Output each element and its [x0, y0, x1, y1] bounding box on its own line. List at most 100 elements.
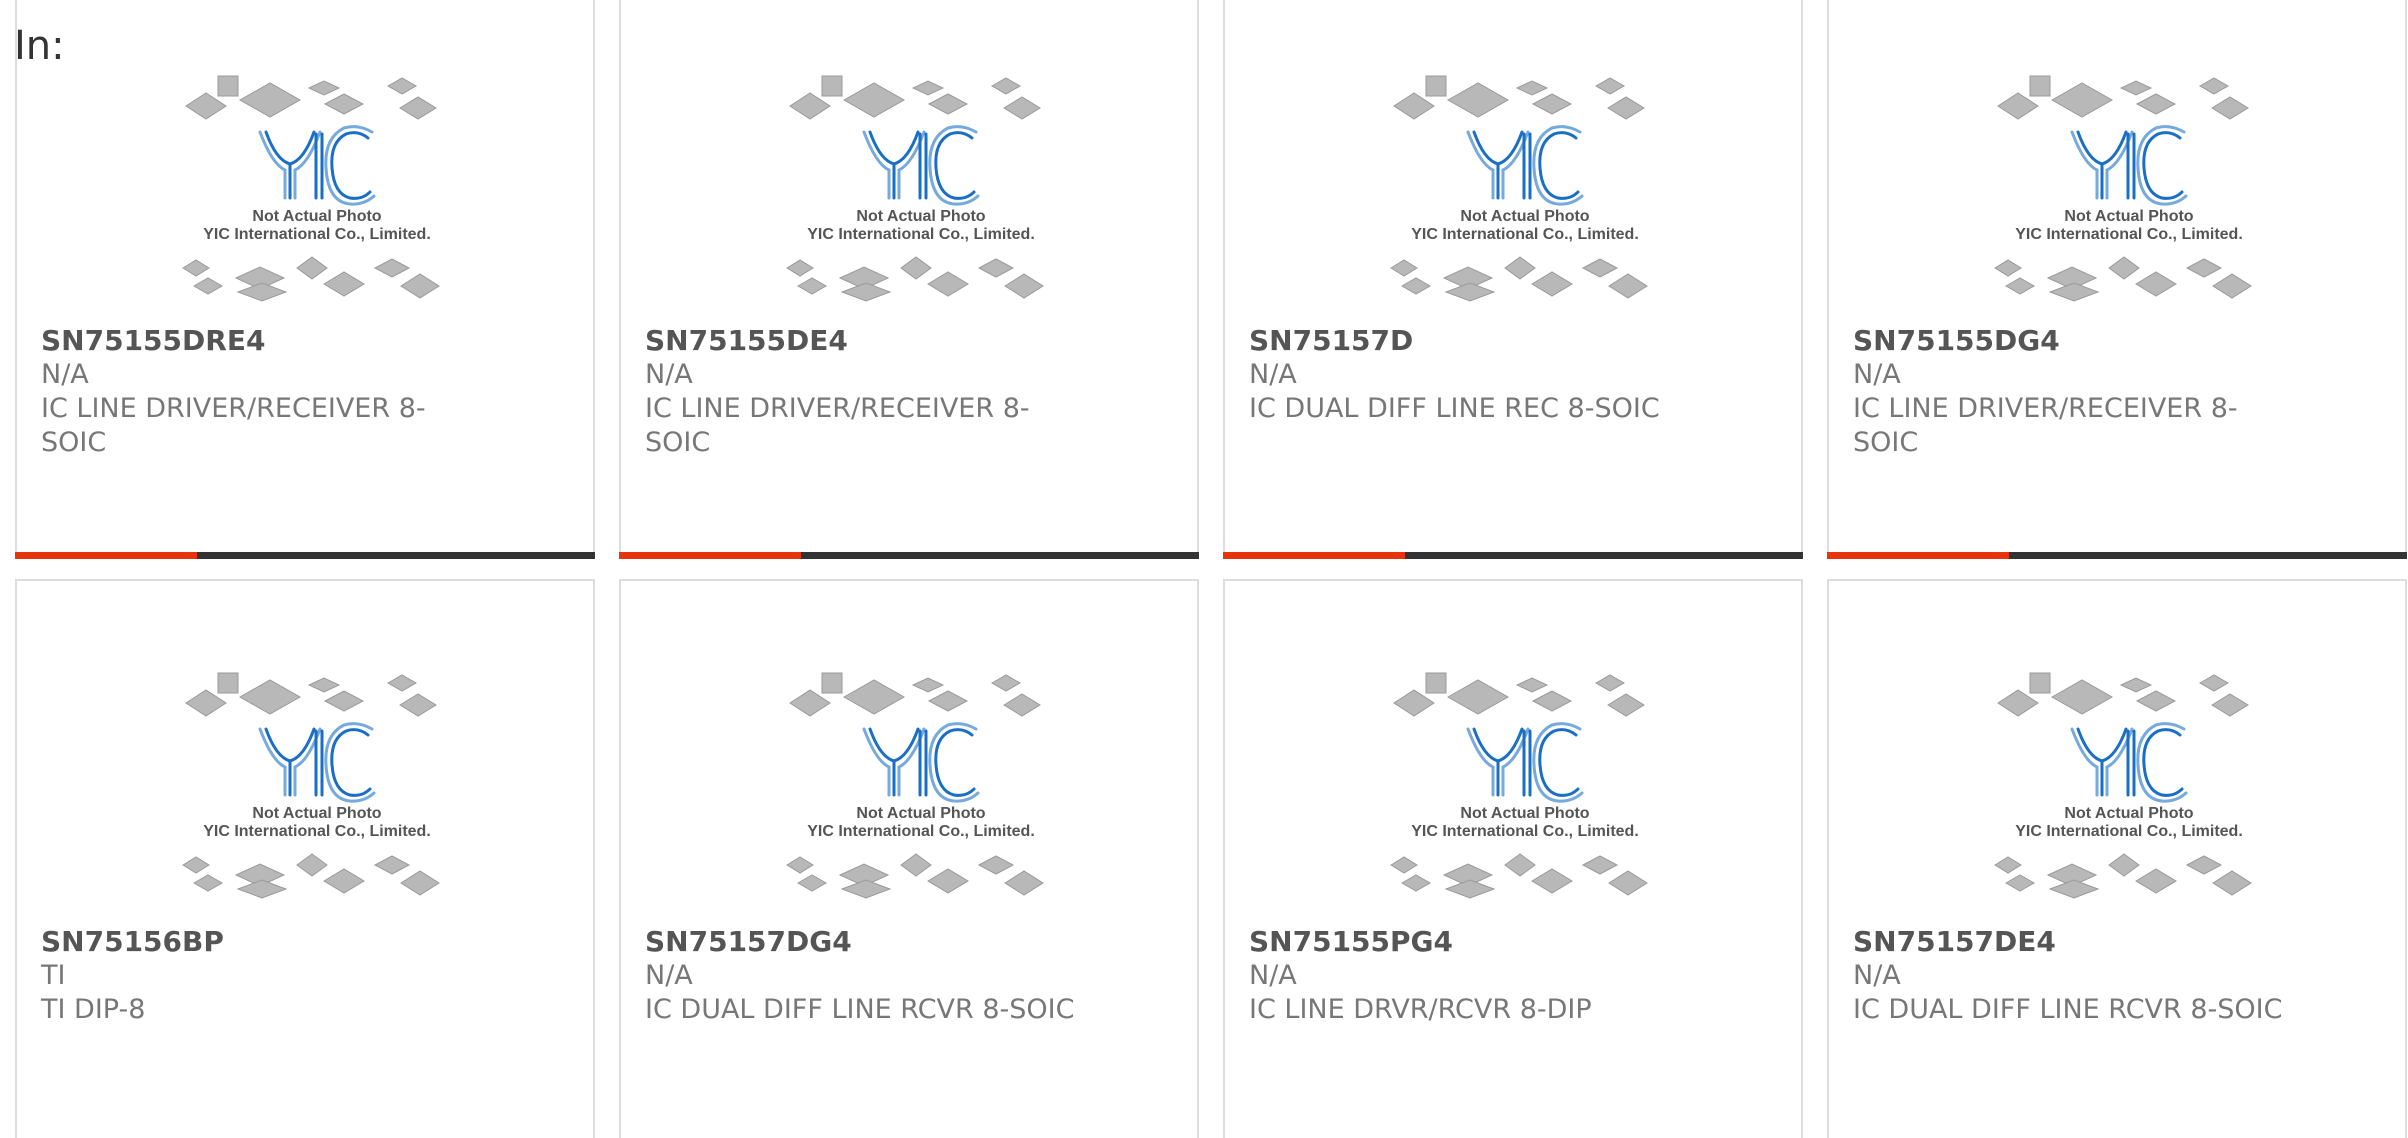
card-accent-bar — [1827, 552, 2009, 559]
manufacturer: N/A — [1853, 960, 1901, 991]
chip-package-icon — [2198, 77, 2230, 95]
chip-packages-top — [1997, 75, 2249, 120]
chip-package-icon — [400, 870, 440, 896]
chip-package-icon — [2108, 256, 2140, 280]
chip-package-icon — [296, 853, 328, 877]
product-card[interactable]: Not Actual Photo YIC International Co., L… — [1827, 0, 2407, 559]
chip-package-icon — [399, 693, 437, 717]
description: IC LINE DRIVER/RECEIVER 8- SOIC — [41, 392, 481, 460]
thumbnail-caption: YIC International Co., Limited. — [2015, 226, 2243, 243]
product-thumbnail[interactable]: Not Actual Photo YIC International Co., L… — [1380, 669, 1670, 909]
chip-package-icon — [1504, 256, 1536, 280]
card-accent-bar — [15, 552, 197, 559]
chip-package-icon — [307, 80, 341, 96]
product-placeholder-image: Not Actual PhotoYIC International Co., L… — [182, 672, 440, 899]
chip-packages-top — [1997, 672, 2249, 717]
chip-package-icon — [911, 80, 945, 96]
product-thumbnail[interactable]: Not Actual Photo YIC International Co., L… — [1984, 72, 2274, 312]
product-info: SN75155DRE4 N/A IC LINE DRIVER/RECEIVER … — [41, 324, 481, 460]
part-number[interactable]: SN75156BP — [41, 925, 481, 959]
part-number[interactable]: SN75157DE4 — [1853, 925, 2293, 959]
chip-package-icon — [2004, 874, 2036, 892]
chip-package-icon — [927, 868, 969, 894]
product-card[interactable]: Not Actual Photo YIC International Co., L… — [1223, 579, 1803, 1138]
part-number[interactable]: SN75157D — [1249, 324, 1689, 358]
chip-packages-bottom — [1994, 853, 2252, 899]
chip-packages-bottom — [1390, 853, 1648, 899]
product-thumbnail[interactable]: Not Actual Photo YIC International Co., L… — [172, 669, 462, 909]
yic-logo-icon — [1466, 722, 1584, 803]
part-number[interactable]: SN75155PG4 — [1249, 925, 1689, 959]
chip-package-icon — [990, 674, 1022, 692]
chip-package-icon — [1997, 92, 2039, 120]
product-placeholder-image: Not Actual PhotoYIC International Co., L… — [182, 75, 440, 302]
chip-package-icon — [1608, 870, 1648, 896]
part-number[interactable]: SN75155DG4 — [1853, 324, 2293, 358]
chip-package-icon — [2048, 282, 2100, 302]
chip-package-icon — [2211, 693, 2249, 717]
product-card[interactable]: Not Actual Photo YIC International Co., L… — [15, 0, 595, 559]
chip-package-icon — [840, 879, 892, 899]
manufacturer: N/A — [41, 359, 89, 390]
chip-package-icon — [1444, 879, 1496, 899]
chip-package-icon — [786, 856, 814, 874]
product-card[interactable]: Not Actual Photo YIC International Co., L… — [619, 579, 1199, 1138]
chip-package-icon — [2212, 273, 2252, 299]
chip-package-icon — [977, 258, 1015, 278]
chip-package-icon — [1504, 853, 1536, 877]
product-thumbnail[interactable]: Not Actual Photo YIC International Co., L… — [776, 72, 1066, 312]
chip-package-icon — [796, 874, 828, 892]
product-thumbnail[interactable]: Not Actual Photo YIC International Co., L… — [776, 669, 1066, 909]
card-footer-bar — [1223, 552, 1803, 559]
chip-package-icon — [2050, 82, 2114, 118]
chip-package-icon — [1444, 282, 1496, 302]
chip-package-icon — [2119, 80, 2153, 96]
manufacturer: N/A — [1249, 359, 1297, 390]
product-info: SN75157D N/A IC DUAL DIFF LINE REC 8-SOI… — [1249, 324, 1689, 426]
chip-package-icon — [2135, 93, 2177, 115]
product-card[interactable]: Not Actual Photo YIC International Co., L… — [1827, 579, 2407, 1138]
product-placeholder-image: Not Actual PhotoYIC International Co., L… — [1994, 75, 2252, 302]
chip-packages-bottom — [1390, 256, 1648, 302]
chip-package-icon — [2135, 868, 2177, 894]
chip-package-icon — [1515, 80, 1549, 96]
part-number[interactable]: SN75157DG4 — [645, 925, 1085, 959]
chip-package-icon — [842, 82, 906, 118]
chip-package-icon — [1446, 679, 1510, 715]
chip-package-icon — [789, 92, 831, 120]
product-card[interactable]: Not Actual Photo YIC International Co., L… — [1223, 0, 1803, 559]
chip-package-icon — [373, 855, 411, 875]
chip-package-icon — [900, 256, 932, 280]
chip-package-icon — [1425, 672, 1447, 694]
description-line: IC DUAL DIFF LINE REC 8-SOIC — [1249, 393, 1660, 424]
chip-packages-top — [185, 75, 437, 120]
chip-package-icon — [238, 82, 302, 118]
thumbnail-caption: Not Actual Photo — [1460, 805, 1589, 822]
chip-packages-top — [185, 672, 437, 717]
description: IC DUAL DIFF LINE RCVR 8-SOIC — [645, 993, 1085, 1027]
product-info: SN75155DE4 N/A IC LINE DRIVER/RECEIVER 8… — [645, 324, 1085, 460]
chip-package-icon — [1607, 693, 1645, 717]
chip-package-icon — [2029, 75, 2051, 97]
chip-package-icon — [1594, 674, 1626, 692]
product-card[interactable]: Not Actual Photo YIC International Co., L… — [619, 0, 1199, 559]
product-thumbnail[interactable]: Not Actual Photo YIC International Co., L… — [172, 72, 462, 312]
thumbnail-caption: Not Actual Photo — [856, 805, 985, 822]
part-number[interactable]: SN75155DRE4 — [41, 324, 481, 358]
part-number[interactable]: SN75155DE4 — [645, 324, 1085, 358]
chip-package-icon — [323, 271, 365, 297]
product-info: SN75155PG4 N/A IC LINE DRVR/RCVR 8-DIP — [1249, 925, 1689, 1027]
yic-logo-icon — [2070, 722, 2188, 803]
thumbnail-caption: Not Actual Photo — [252, 805, 381, 822]
chip-package-icon — [842, 679, 906, 715]
product-thumbnail[interactable]: Not Actual Photo YIC International Co., L… — [1984, 669, 2274, 909]
product-thumbnail[interactable]: Not Actual Photo YIC International Co., L… — [1380, 72, 1670, 312]
chip-package-icon — [1390, 856, 1418, 874]
product-card[interactable]: Not Actual Photo YIC International Co., L… — [15, 579, 595, 1138]
chip-package-icon — [185, 92, 227, 120]
chip-package-icon — [1003, 693, 1041, 717]
chip-packages-top — [789, 672, 1041, 717]
chip-package-icon — [192, 874, 224, 892]
yic-logo-icon — [2070, 125, 2188, 206]
chip-package-icon — [296, 256, 328, 280]
